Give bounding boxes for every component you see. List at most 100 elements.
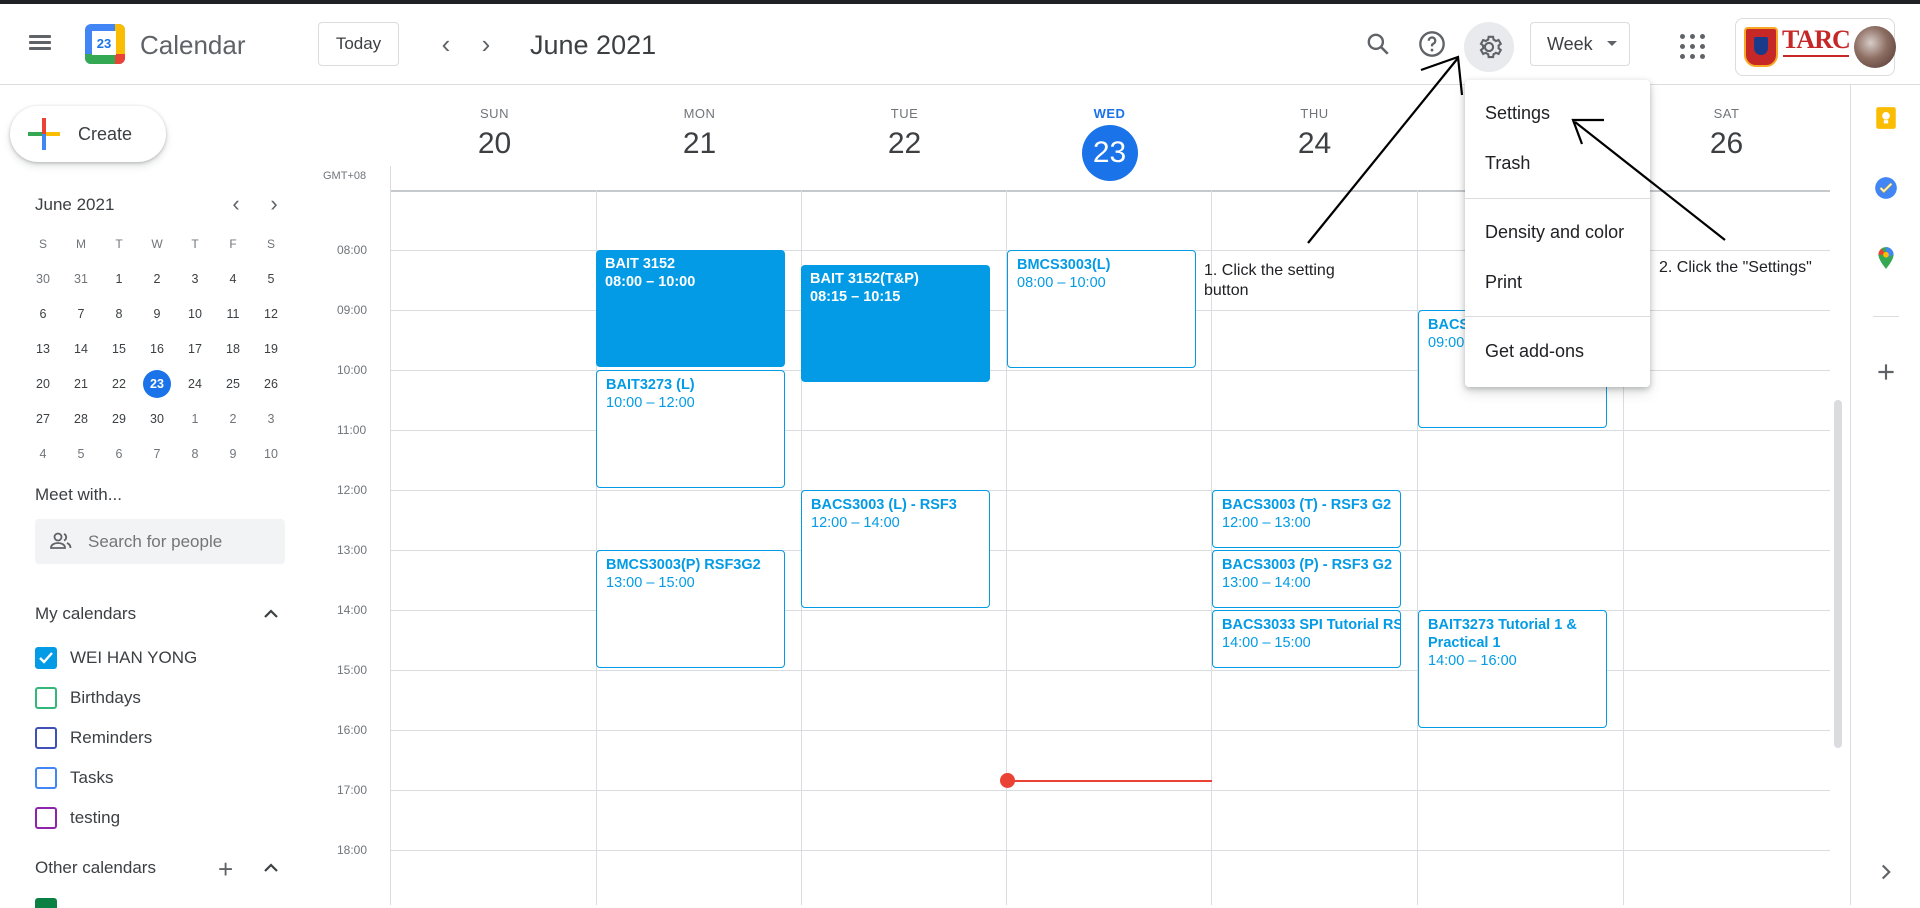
mini-day[interactable]: 6 — [24, 307, 62, 321]
menu-item-get-add-ons[interactable]: Get add-ons — [1485, 341, 1584, 362]
calendar-item[interactable]: Tasks — [35, 766, 113, 790]
grid-scrollbar[interactable] — [1834, 400, 1842, 748]
calendar-item[interactable]: WEI HAN YONG — [35, 646, 197, 670]
day-header-tue[interactable]: TUE 22 — [802, 106, 1007, 161]
mini-prev-month-button[interactable]: ‹ — [222, 190, 250, 218]
calendar-item[interactable]: Reminders — [35, 726, 152, 750]
calendar-event[interactable]: BACS3003 (T) - RSF3 G2 12:00 – 13:00 — [1212, 490, 1401, 548]
menu-item-density-and-color[interactable]: Density and color — [1485, 222, 1624, 243]
mini-day[interactable]: 10 — [252, 447, 290, 461]
calendar-event[interactable]: BACS3003 (L) - RSF3 12:00 – 14:00 — [801, 490, 990, 608]
settings-gear-icon[interactable] — [1464, 22, 1514, 72]
chevron-up-icon[interactable] — [262, 605, 280, 623]
calendar-event[interactable]: BAIT3273 (L) 10:00 – 12:00 — [596, 370, 785, 488]
mini-day[interactable]: 27 — [24, 412, 62, 426]
mini-day[interactable]: 9 — [214, 447, 252, 461]
mini-day[interactable]: 3 — [176, 272, 214, 286]
mini-day[interactable]: 1 — [100, 272, 138, 286]
view-selector[interactable]: Week — [1530, 22, 1630, 66]
mini-day[interactable]: 2 — [214, 412, 252, 426]
previous-week-button[interactable]: ‹ — [432, 29, 460, 59]
google-apps-icon[interactable] — [1680, 34, 1706, 60]
menu-item-print[interactable]: Print — [1485, 272, 1522, 293]
mini-day[interactable]: 10 — [176, 307, 214, 321]
menu-item-settings[interactable]: Settings — [1485, 103, 1550, 124]
day-number[interactable]: 22 — [802, 127, 1007, 161]
mini-day[interactable]: 7 — [138, 447, 176, 461]
day-number[interactable]: 26 — [1624, 127, 1829, 161]
calendar-item[interactable]: testing — [35, 806, 120, 830]
mini-day[interactable]: 25 — [214, 377, 252, 391]
mini-day[interactable]: 2 — [138, 272, 176, 286]
today-button[interactable]: Today — [318, 22, 399, 66]
checkbox-icon[interactable] — [35, 767, 57, 789]
mini-day[interactable]: 3 — [252, 412, 290, 426]
avatar[interactable] — [1854, 26, 1896, 68]
mini-day[interactable]: 30 — [24, 272, 62, 286]
day-number[interactable]: 21 — [597, 127, 802, 161]
keep-icon[interactable] — [1873, 105, 1899, 131]
day-number[interactable]: 24 — [1212, 127, 1417, 161]
mini-day[interactable]: 5 — [252, 272, 290, 286]
mini-day[interactable]: 7 — [62, 307, 100, 321]
mini-day[interactable]: 17 — [176, 342, 214, 356]
add-addon-icon[interactable] — [1873, 359, 1899, 385]
mini-day[interactable]: 20 — [24, 377, 62, 391]
next-week-button[interactable]: › — [472, 29, 500, 59]
tasks-icon[interactable] — [1873, 175, 1899, 201]
mini-day[interactable]: 14 — [62, 342, 100, 356]
day-header-sun[interactable]: SUN 20 — [392, 106, 597, 161]
maps-icon[interactable] — [1873, 245, 1899, 271]
search-people-field[interactable] — [35, 519, 285, 564]
calendar-event[interactable]: BACS3003 (P) - RSF3 G2 13:00 – 14:00 — [1212, 550, 1401, 608]
mini-day[interactable]: 11 — [214, 307, 252, 321]
search-people-input[interactable] — [88, 532, 268, 552]
checkbox-icon[interactable] — [35, 807, 57, 829]
mini-day[interactable]: 4 — [214, 272, 252, 286]
mini-next-month-button[interactable]: › — [260, 190, 288, 218]
chevron-right-icon[interactable] — [1873, 859, 1899, 885]
calendar-event[interactable]: BAIT 3152 08:00 – 10:00 — [596, 250, 785, 367]
account-switcher[interactable]: TARC — [1735, 18, 1896, 76]
mini-day[interactable]: 29 — [100, 412, 138, 426]
mini-day[interactable]: 18 — [214, 342, 252, 356]
calendar-event[interactable]: BMCS3003(P) RSF3G2 13:00 – 15:00 — [596, 550, 785, 668]
calendar-event[interactable]: BACS3033 SPI Tutorial RS 14:00 – 15:00 — [1212, 610, 1401, 668]
calendar-event[interactable]: BMCS3003(L) 08:00 – 10:00 — [1007, 250, 1196, 368]
mini-day[interactable]: 6 — [100, 447, 138, 461]
mini-day[interactable]: 28 — [62, 412, 100, 426]
mini-day[interactable]: 26 — [252, 377, 290, 391]
checkbox-icon[interactable] — [35, 687, 57, 709]
calendar-event[interactable]: BAIT 3152(T&P) 08:15 – 10:15 — [801, 265, 990, 382]
checkbox-checked-icon[interactable] — [35, 647, 57, 669]
add-other-calendar-icon[interactable]: + — [218, 854, 233, 885]
mini-day[interactable]: 30 — [138, 412, 176, 426]
mini-day[interactable]: 16 — [138, 342, 176, 356]
help-icon[interactable] — [1414, 26, 1450, 62]
mini-day[interactable]: 13 — [24, 342, 62, 356]
mini-day[interactable]: 9 — [138, 307, 176, 321]
other-calendar-checkbox-icon[interactable] — [35, 898, 57, 908]
mini-day[interactable]: 8 — [176, 447, 214, 461]
mini-day-today[interactable]: 23 — [138, 369, 176, 398]
mini-day[interactable]: 12 — [252, 307, 290, 321]
mini-day[interactable]: 24 — [176, 377, 214, 391]
create-button[interactable]: Create — [10, 106, 166, 162]
mini-day[interactable]: 21 — [62, 377, 100, 391]
other-calendars-heading[interactable]: Other calendars — [35, 858, 156, 878]
day-number[interactable]: 20 — [392, 127, 597, 161]
mini-day[interactable]: 15 — [100, 342, 138, 356]
day-header-sat[interactable]: SAT 26 — [1624, 106, 1829, 161]
mini-day[interactable]: 4 — [24, 447, 62, 461]
calendar-item[interactable]: Birthdays — [35, 686, 141, 710]
search-icon[interactable] — [1360, 26, 1396, 62]
day-header-mon[interactable]: MON 21 — [597, 106, 802, 161]
mini-day[interactable]: 22 — [100, 377, 138, 391]
mini-day[interactable]: 31 — [62, 272, 100, 286]
my-calendars-heading[interactable]: My calendars — [35, 604, 136, 624]
day-number-today[interactable]: 23 — [1081, 125, 1138, 181]
main-menu-icon[interactable] — [28, 32, 52, 56]
day-header-thu[interactable]: THU 24 — [1212, 106, 1417, 161]
mini-day[interactable]: 5 — [62, 447, 100, 461]
mini-day[interactable]: 19 — [252, 342, 290, 356]
